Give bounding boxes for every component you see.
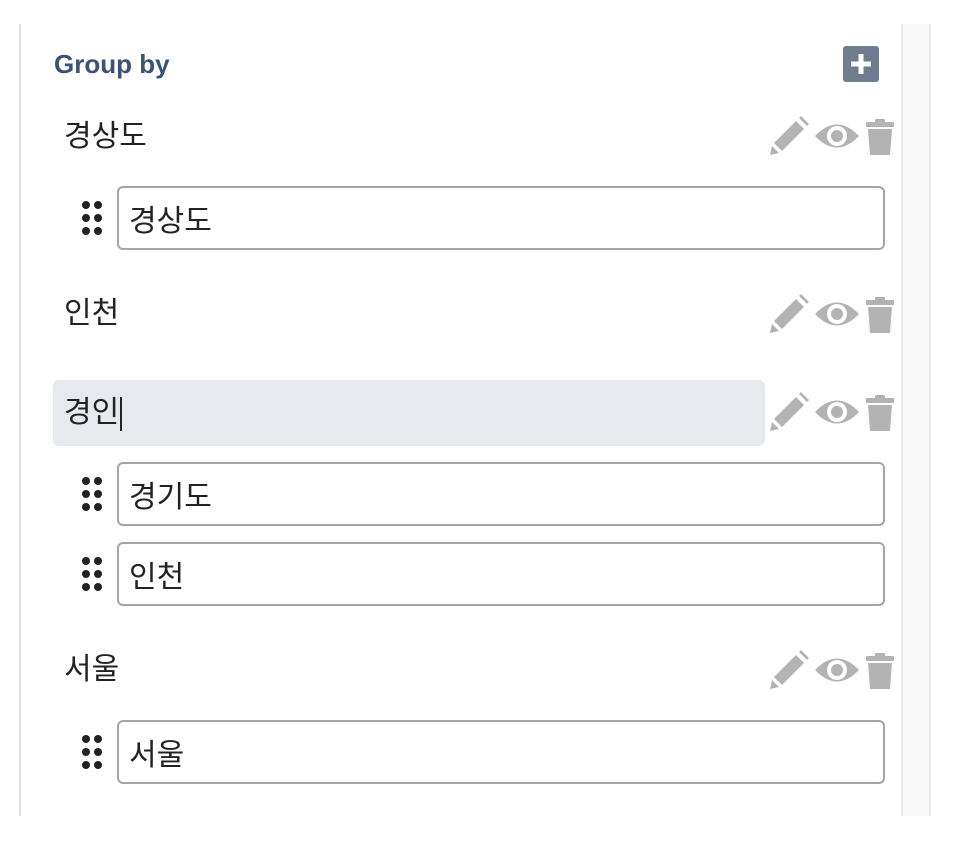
trash-icon[interactable] bbox=[866, 294, 894, 334]
panel-title: Group by bbox=[54, 49, 170, 79]
trash-icon[interactable] bbox=[866, 392, 894, 432]
add-group-button[interactable] bbox=[843, 46, 879, 82]
drag-handle-icon[interactable] bbox=[80, 734, 104, 770]
group-name-gyeongsang[interactable]: 경상도 bbox=[53, 104, 765, 170]
group-name-seoul[interactable]: 서울 bbox=[53, 637, 765, 703]
group-name-incheon[interactable]: 인천 bbox=[53, 281, 765, 347]
scrollbar-track[interactable] bbox=[901, 24, 931, 816]
drag-handle-icon[interactable] bbox=[80, 556, 104, 592]
group-actions bbox=[769, 294, 897, 334]
drag-handle-icon[interactable] bbox=[80, 200, 104, 236]
group-actions bbox=[769, 116, 897, 156]
panel-left-border bbox=[19, 24, 21, 816]
group-actions bbox=[769, 650, 897, 690]
pencil-icon[interactable] bbox=[769, 650, 809, 690]
eye-icon[interactable] bbox=[814, 392, 860, 432]
group-name-input-editing[interactable]: 경인 bbox=[53, 380, 765, 446]
pencil-icon[interactable] bbox=[769, 116, 809, 156]
text-cursor bbox=[120, 396, 123, 431]
item-value-input[interactable] bbox=[117, 186, 885, 250]
item-value-input[interactable] bbox=[117, 720, 885, 784]
eye-icon[interactable] bbox=[814, 116, 860, 156]
drag-handle-icon[interactable] bbox=[80, 476, 104, 512]
group-actions bbox=[769, 392, 897, 432]
trash-icon[interactable] bbox=[866, 116, 894, 156]
trash-icon[interactable] bbox=[866, 650, 894, 690]
item-value-input[interactable] bbox=[117, 462, 885, 526]
pencil-icon[interactable] bbox=[769, 392, 809, 432]
eye-icon[interactable] bbox=[814, 294, 860, 334]
plus-icon bbox=[851, 54, 871, 74]
pencil-icon[interactable] bbox=[769, 294, 809, 334]
eye-icon[interactable] bbox=[814, 650, 860, 690]
item-value-input[interactable] bbox=[117, 542, 885, 606]
